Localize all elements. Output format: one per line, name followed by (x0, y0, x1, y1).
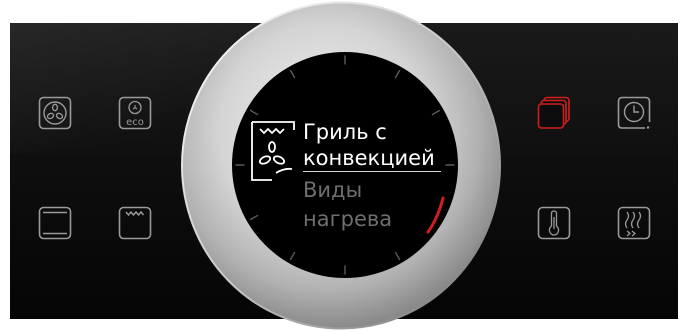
timer-icon[interactable] (617, 96, 651, 130)
eco-label: eco (126, 117, 144, 128)
multiple-dishes-icon[interactable] (537, 96, 571, 130)
selection-underline (303, 171, 441, 172)
grill-convection-mode-icon (248, 120, 300, 184)
selected-mode-line2: конвекцией (303, 146, 435, 170)
steam-icon[interactable] (617, 206, 651, 240)
fan-icon[interactable] (38, 96, 72, 130)
menu-title-line2: нагрева (303, 207, 393, 231)
eco-fan-icon[interactable]: eco (118, 96, 152, 130)
thermometer-icon[interactable] (537, 206, 571, 240)
grill-icon[interactable] (118, 206, 152, 240)
menu-title-line1: Виды (303, 178, 363, 202)
selected-mode-line1: Гриль с (303, 120, 387, 144)
top-bottom-heat-icon[interactable] (38, 206, 72, 240)
